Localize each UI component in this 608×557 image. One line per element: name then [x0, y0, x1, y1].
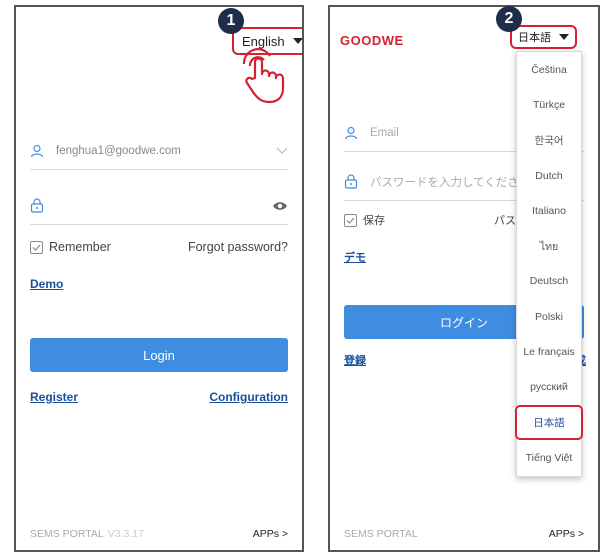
remember-checkbox[interactable]: 保存	[344, 212, 385, 228]
eye-icon[interactable]	[266, 201, 288, 211]
step-badge-1: 1	[218, 8, 244, 34]
lock-icon	[30, 198, 52, 213]
language-label: English	[242, 33, 285, 49]
footer: SEMS PORTAL V3.3.17 APPs >	[30, 528, 288, 540]
portal-label: SEMS PORTAL	[30, 528, 104, 540]
language-selector[interactable]: 日本語	[510, 25, 577, 49]
language-option[interactable]: 한국어	[517, 123, 581, 158]
language-option[interactable]: 日本語	[515, 404, 583, 441]
register-link[interactable]: Register	[30, 390, 78, 404]
forgot-password-link[interactable]: Forgot password?	[188, 240, 288, 254]
remember-label: 保存	[363, 215, 385, 227]
language-option[interactable]: Čeština	[517, 52, 581, 87]
remember-row: Remember Forgot password?	[30, 240, 288, 254]
user-icon	[30, 144, 52, 158]
remember-label: Remember	[49, 240, 111, 254]
language-option[interactable]: Italiano	[517, 193, 581, 228]
footer: SEMS PORTAL APPs >	[344, 528, 584, 540]
login-screen-japanese: GOODWE 日本語 Email パスワードを入力してくださ 保存 パスワード …	[328, 5, 600, 552]
language-option[interactable]: Le français	[517, 334, 581, 369]
tap-hand-icon	[238, 48, 296, 104]
login-button[interactable]: Login	[30, 338, 288, 372]
goodwe-logo: GOODWE	[340, 33, 404, 48]
email-value: fenghua1@goodwe.com	[56, 144, 181, 157]
lock-icon	[344, 174, 366, 189]
language-option[interactable]: Deutsch	[517, 264, 581, 299]
email-field[interactable]: fenghua1@goodwe.com	[30, 132, 288, 170]
language-label: 日本語	[518, 32, 551, 44]
configuration-link[interactable]: Configuration	[209, 390, 288, 404]
language-dropdown: Čeština Türkçe 한국어 Dutch Italiano ไทย Deutsch P…	[515, 51, 583, 477]
language-option[interactable]: ไทย	[517, 228, 581, 263]
step-badge-2: 2	[496, 6, 522, 32]
portal-name: SEMS PORTAL V3.3.17	[30, 528, 144, 540]
apps-link[interactable]: APPs >	[253, 528, 288, 540]
checkbox-icon	[344, 213, 357, 227]
demo-link[interactable]: デモ	[344, 249, 366, 265]
language-option[interactable]: Türkçe	[517, 87, 581, 122]
password-field[interactable]	[30, 187, 288, 225]
language-option[interactable]: Dutch	[517, 158, 581, 193]
language-option[interactable]: Polski	[517, 299, 581, 334]
caret-down-icon	[559, 34, 569, 40]
apps-link[interactable]: APPs >	[549, 528, 584, 540]
chevron-down-icon[interactable]	[266, 147, 288, 155]
portal-label: SEMS PORTAL	[344, 528, 418, 540]
checkbox-icon	[30, 240, 43, 254]
language-option[interactable]: русский	[517, 370, 581, 405]
register-link[interactable]: 登録	[344, 352, 366, 368]
caret-down-icon	[292, 38, 302, 44]
remember-checkbox[interactable]: Remember	[30, 240, 111, 254]
user-icon	[344, 126, 366, 140]
language-option[interactable]: Tiếng Việt	[517, 440, 581, 475]
version-label: V3.3.17	[107, 528, 144, 540]
demo-link[interactable]: Demo	[30, 277, 63, 291]
